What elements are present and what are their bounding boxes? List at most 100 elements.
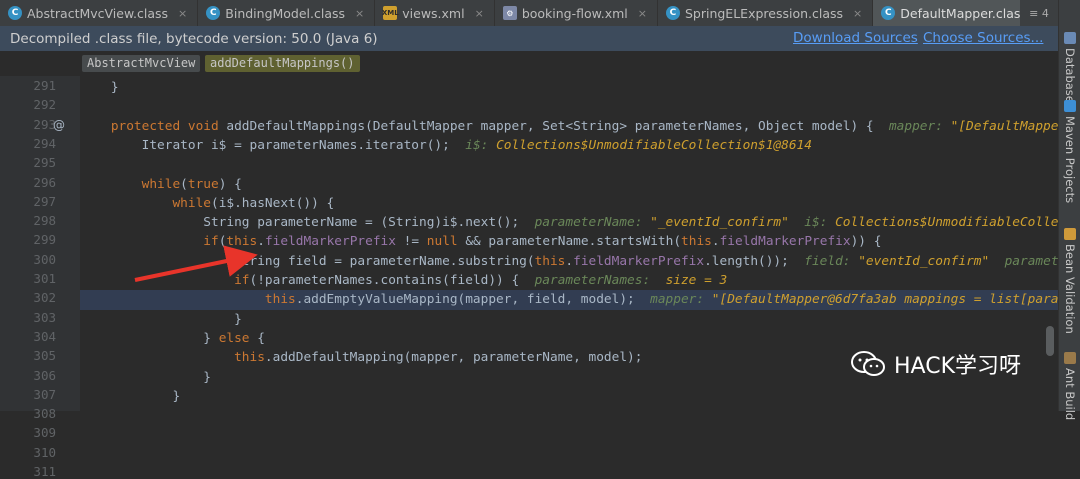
- editor-tab-label[interactable]: DefaultMapper.class: [900, 6, 1027, 21]
- code-token: if: [203, 234, 219, 250]
- line-number: 310: [33, 444, 56, 460]
- debug-inline-value: "[DefaultMapper@6d7fa3ab mappings = list…: [711, 292, 1058, 308]
- code-token: }: [80, 330, 219, 346]
- code-token: addDefaultMappings(DefaultMapper mapper,…: [226, 118, 889, 134]
- debug-inline-value: "eventId_confirm": [858, 253, 990, 269]
- database-panel-tab[interactable]: Database: [1059, 32, 1080, 103]
- code-token: ) {: [218, 176, 242, 192]
- editor-tab-label[interactable]: SpringELExpression.class: [685, 6, 843, 21]
- editor-tab[interactable]: ⚙ booking-flow.xml ×: [495, 0, 658, 26]
- line-number: 299: [33, 232, 56, 248]
- download-sources-link[interactable]: Download Sources: [793, 30, 918, 46]
- editor-tab[interactable]: C SpringELExpression.class ×: [658, 0, 874, 26]
- code-token: if: [234, 273, 250, 288]
- line-number: 292: [33, 97, 56, 113]
- line-number: 302: [33, 290, 56, 306]
- ant-build-panel-tab[interactable]: Ant Build: [1059, 352, 1080, 420]
- debug-inline-value: parameterName:: [534, 215, 651, 231]
- code-line: }: [80, 310, 1058, 329]
- debug-inline-value: Collections$UnmodifiableCollection$1@861…: [496, 137, 812, 153]
- debug-inline-value: parameterNames:: [534, 273, 666, 288]
- close-icon[interactable]: ×: [853, 7, 862, 20]
- code-token: {: [249, 330, 265, 346]
- code-token: fieldMarkerPrefix: [573, 253, 705, 269]
- editor-tab-bar: C AbstractMvcView.class × C BindingModel.cla…: [0, 0, 1058, 27]
- debug-inline-value: i$:: [465, 137, 497, 153]
- line-number: 297: [33, 193, 56, 209]
- maven-panel-tab[interactable]: Maven Projects: [1059, 100, 1080, 203]
- editor-tab-label[interactable]: views.xml: [402, 6, 464, 21]
- maven-icon: [1064, 100, 1076, 112]
- database-icon: [1064, 32, 1076, 44]
- xml-file-icon: XML: [382, 6, 399, 20]
- line-number: 294: [33, 135, 56, 151]
- notice-text: Decompiled .class file, bytecode version…: [10, 30, 378, 47]
- code-token: (!parameterNames.contains(field)) {: [249, 273, 535, 288]
- breadcrumb-method[interactable]: addDefaultMappings(): [205, 55, 360, 72]
- code-token: Iterator i$ = parameterNames.iterator();: [80, 137, 466, 153]
- debug-inline-value: mapper:: [650, 292, 712, 308]
- database-panel-label: Database: [1063, 48, 1077, 103]
- code-token: this: [226, 234, 258, 250]
- tab-overflow-label[interactable]: ≡ 4: [1029, 7, 1049, 20]
- code-token: protected void: [80, 118, 227, 134]
- editor-tab[interactable]: C BindingModel.class ×: [198, 0, 376, 26]
- close-icon[interactable]: ×: [475, 7, 484, 20]
- editor-tab-label[interactable]: BindingModel.class: [225, 6, 345, 21]
- editor-tab[interactable]: C AbstractMvcView.class ×: [0, 0, 199, 26]
- choose-sources-link[interactable]: Choose Sources...: [923, 30, 1043, 46]
- debug-inline-value: "_eventId_confirm": [650, 215, 789, 231]
- tab-overflow-menu[interactable]: ≡ 4: [1020, 0, 1058, 26]
- breadcrumb-class[interactable]: AbstractMvcView: [82, 55, 201, 72]
- code-token: else: [218, 330, 250, 346]
- code-token: (: [180, 176, 188, 192]
- debug-inline-value: i$:: [788, 215, 836, 231]
- maven-panel-label: Maven Projects: [1063, 116, 1077, 204]
- code-line: } else {: [80, 329, 1058, 348]
- code-token: null: [426, 234, 458, 250]
- code-line: }: [80, 78, 1058, 97]
- code-line: if(this.fieldMarkerPrefix != null && par…: [80, 232, 1058, 251]
- editor-tab-label[interactable]: AbstractMvcView.class: [27, 6, 168, 21]
- code-line: }: [80, 387, 1058, 406]
- line-number: 311: [33, 464, 56, 479]
- code-token: .: [257, 234, 265, 250]
- close-icon[interactable]: ×: [638, 7, 647, 20]
- class-file-icon: C: [665, 6, 680, 20]
- code-token: this: [234, 350, 265, 366]
- code-token: fieldMarkerPrefix: [264, 234, 396, 250]
- bean-validation-panel-label: Bean Validation: [1063, 244, 1077, 334]
- bean-validation-icon: [1064, 228, 1076, 240]
- line-number: 300: [33, 251, 56, 267]
- close-icon[interactable]: ×: [355, 7, 364, 20]
- line-number: 298: [33, 213, 56, 229]
- close-icon[interactable]: ×: [178, 7, 187, 20]
- code-line: while(true) {: [80, 175, 1058, 194]
- code-token: while: [172, 195, 211, 211]
- line-number-gutter: 291 292 293 294 295 296 297 298 299 300 301 302 303 3…: [0, 76, 80, 479]
- editor-tab[interactable]: XML views.xml ×: [375, 0, 495, 26]
- debug-inline-value: parameterNames:: [1004, 253, 1058, 269]
- bean-validation-panel-tab[interactable]: Bean Validation: [1059, 228, 1080, 334]
- editor-tab-label[interactable]: booking-flow.xml: [522, 6, 628, 21]
- override-marker-icon[interactable]: @: [53, 118, 65, 132]
- editor-scrollbar[interactable]: [1046, 326, 1054, 356]
- chat-bubble-icon: [851, 351, 885, 376]
- code-line: Iterator i$ = parameterNames.iterator();…: [80, 136, 1058, 155]
- right-tool-window-bar: Database Maven Projects Bean Validation …: [1058, 0, 1080, 420]
- code-token: .length());: [704, 253, 805, 269]
- debug-inline-value: field:: [804, 253, 859, 269]
- debug-inline-value: size = 3: [665, 273, 728, 288]
- code-token: String field = parameterName.substring(: [80, 253, 535, 269]
- ant-build-panel-label: Ant Build: [1063, 368, 1077, 421]
- code-token: true: [187, 176, 219, 192]
- line-number: 295: [33, 155, 56, 171]
- code-token: fieldMarkerPrefix: [719, 234, 851, 250]
- breadcrumb: AbstractMvcView addDefaultMappings(): [0, 51, 1058, 76]
